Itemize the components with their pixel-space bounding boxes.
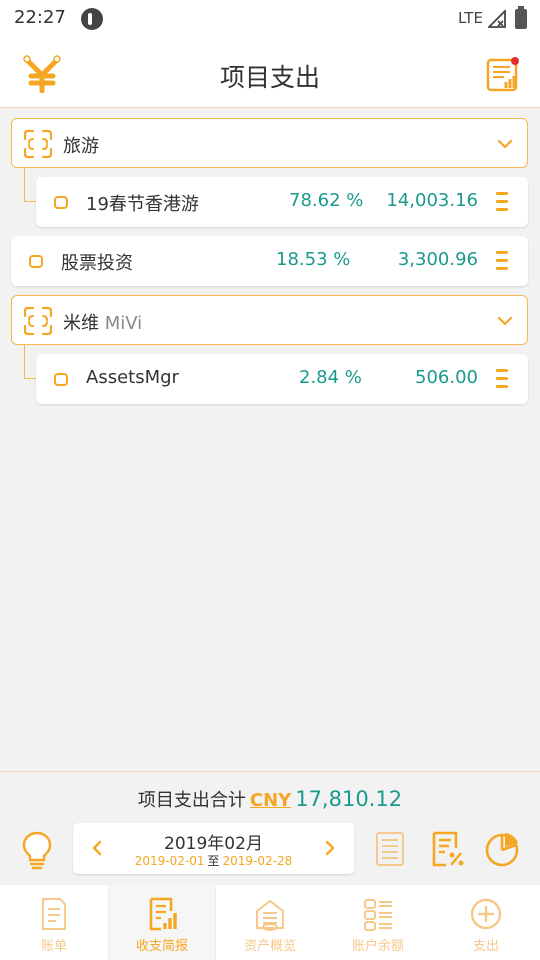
menu-icon[interactable] — [496, 367, 510, 391]
group-name-main: 米维 — [63, 313, 99, 334]
project-icon — [29, 255, 43, 268]
list-item-hk-trip[interactable]: 19春节香港游 78.62 % 14,003.16 — [36, 177, 528, 227]
tab-label: 账户余额 — [351, 939, 404, 954]
menu-icon[interactable] — [496, 249, 510, 273]
lightbulb-icon[interactable] — [20, 830, 54, 870]
date-selector: 2019年02月 2019-02-01 至 2019-02-28 — [73, 823, 354, 874]
tab-label: 资产概览 — [243, 939, 296, 954]
list-item-stocks[interactable]: 股票投资 18.53 % 3,300.96 — [11, 236, 528, 286]
report-notification-icon[interactable] — [484, 56, 522, 94]
tab-balance[interactable]: 账户余额 — [324, 885, 432, 960]
project-icon — [54, 196, 68, 209]
app-notification-icon — [81, 8, 103, 30]
pie-chart-icon[interactable] — [484, 830, 520, 868]
chevron-down-icon[interactable] — [496, 135, 514, 153]
selected-month[interactable]: 2019年02月 — [73, 829, 354, 854]
chevron-right-icon[interactable] — [320, 838, 340, 858]
list-view-icon[interactable] — [373, 830, 409, 868]
total-label: 项目支出合计 — [137, 790, 246, 811]
tab-label: 收支简报 — [135, 939, 188, 954]
tab-label: 账单 — [40, 939, 67, 954]
chevron-down-icon[interactable] — [496, 312, 514, 330]
group-name: 旅游 — [63, 136, 99, 157]
range-start: 2019-02-01 — [134, 854, 205, 868]
project-icon — [54, 373, 68, 386]
tab-assets[interactable]: 资产概览 — [216, 885, 324, 960]
total-summary: 项目支出合计 CNY 17,810.12 — [0, 786, 540, 812]
summary-bar: 项目支出合计 CNY 17,810.12 2019年02月 2019-02-01 至 2… — [0, 771, 540, 885]
currency-link[interactable]: CNY — [250, 790, 291, 811]
network-type: LTE — [458, 9, 483, 27]
item-amount: 3,300.96 — [397, 249, 478, 270]
tab-label: 支出 — [472, 939, 499, 954]
range-end: 2019-02-28 — [222, 854, 293, 868]
signal-icon — [488, 10, 506, 28]
bottom-tab-bar: 账单 收支简报 资产概览 账户余额 支出 — [0, 885, 540, 960]
app-bar: 项目支出 — [0, 38, 540, 108]
item-name: AssetsMgr — [86, 367, 179, 388]
item-amount: 14,003.16 — [386, 190, 478, 211]
assets-icon — [256, 899, 284, 931]
tree-connector — [24, 168, 36, 202]
menu-icon[interactable] — [496, 190, 510, 214]
group-name: 米维 MiVi — [63, 309, 142, 335]
add-expense-icon — [470, 898, 502, 930]
group-row-travel[interactable]: 旅游 — [11, 118, 528, 168]
group-name-sub: MiVi — [104, 313, 143, 334]
tree-connector — [24, 345, 36, 379]
item-name: 19春节香港游 — [86, 194, 199, 215]
report-icon — [149, 897, 177, 931]
tab-report[interactable]: 收支简报 — [108, 885, 216, 960]
item-amount: 506.00 — [415, 367, 478, 388]
group-frame-icon — [23, 306, 53, 336]
status-time: 22:27 — [14, 7, 66, 28]
battery-icon — [515, 6, 527, 29]
date-range: 2019-02-01 至 2019-02-28 — [73, 852, 354, 869]
list-item-assetsmgr[interactable]: AssetsMgr 2.84 % 506.00 — [36, 354, 528, 404]
percent-report-icon[interactable] — [430, 830, 466, 868]
item-name: 股票投资 — [61, 253, 133, 274]
status-bar: 22:27 LTE — [0, 0, 540, 38]
group-frame-icon — [23, 129, 53, 159]
group-row-mivi[interactable]: 米维 MiVi — [11, 295, 528, 345]
tab-bill[interactable]: 账单 — [0, 885, 108, 960]
balance-icon — [364, 899, 392, 931]
page-title: 项目支出 — [219, 63, 320, 92]
bill-icon — [42, 898, 66, 930]
total-amount: 17,810.12 — [295, 787, 403, 811]
range-separator: 至 — [207, 854, 220, 868]
tab-add-expense[interactable]: 支出 — [432, 885, 540, 960]
